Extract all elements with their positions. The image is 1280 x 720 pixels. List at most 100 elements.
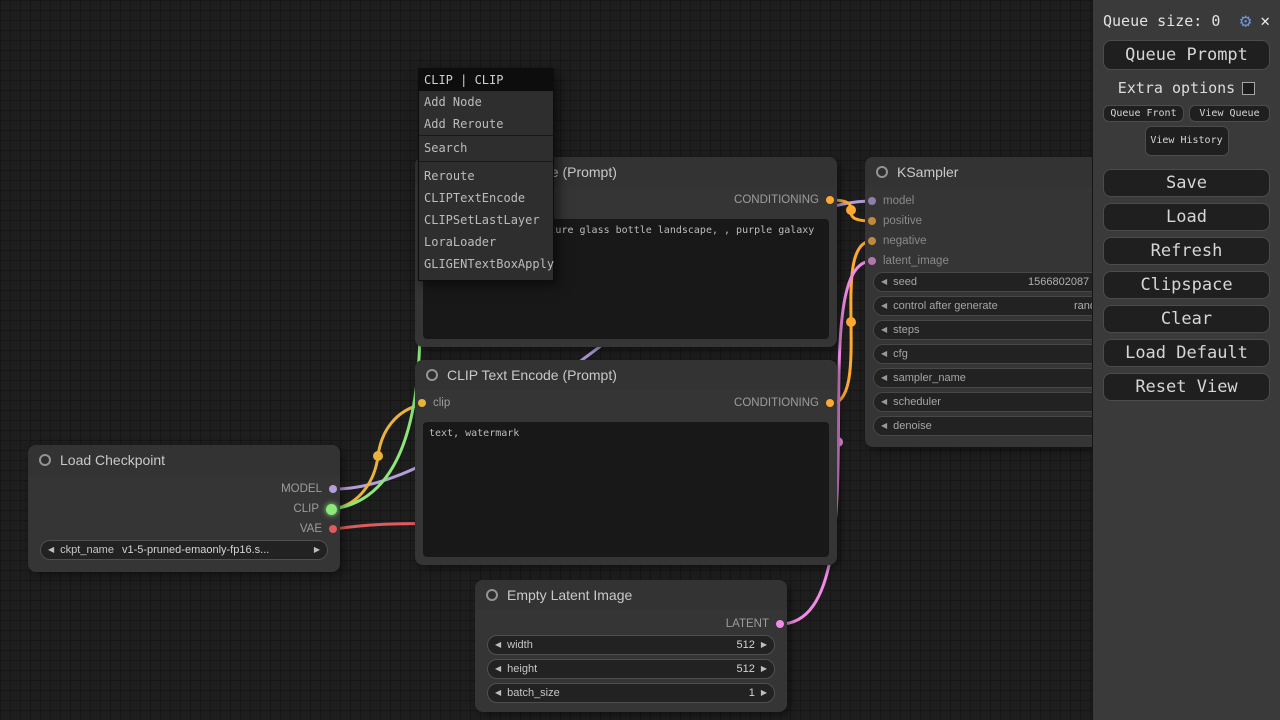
stepper-left-icon[interactable]: ◀ [881,278,887,286]
menu-item-clipsetlastlayer[interactable]: CLIPSetLastLayer [419,209,553,231]
collapse-dot-icon[interactable] [876,166,888,178]
slot-label: LATENT [726,618,769,630]
link-dot-conditioning-positive [846,205,856,215]
clear-button[interactable]: Clear [1103,305,1270,333]
node-title-bar[interactable]: Empty Latent Image [475,580,787,610]
menu-item-search[interactable]: Search [419,135,553,162]
collapse-dot-icon[interactable] [486,589,498,601]
stepper-left-icon[interactable]: ◀ [495,665,501,673]
stepper-right-icon[interactable]: ▶ [314,546,320,554]
slot-label: model [883,195,914,207]
widget-label: cfg [893,348,908,360]
queue-prompt-button[interactable]: Queue Prompt [1103,40,1270,70]
slot-dot-conditioning[interactable] [826,196,834,204]
output-slot-clip[interactable]: CLIP [293,502,340,516]
stepper-left-icon[interactable]: ◀ [495,641,501,649]
slot-dot-conditioning[interactable] [826,399,834,407]
output-slot-model[interactable]: MODEL [281,482,340,496]
stepper-left-icon[interactable]: ◀ [881,422,887,430]
node-clip-text-encode-negative[interactable]: CLIP Text Encode (Prompt) clip CONDITION… [415,360,837,565]
menu-item-cliptextencode[interactable]: CLIPTextEncode [419,187,553,209]
context-menu: CLIP | CLIP Add Node Add Reroute Search … [418,68,554,281]
clipspace-button[interactable]: Clipspace [1103,271,1270,299]
context-menu-header: CLIP | CLIP [419,69,553,91]
widget-value: 1 [749,687,755,699]
input-slot-latent-image[interactable]: latent_image [865,254,949,268]
view-history-button[interactable]: View History [1145,126,1229,156]
stepper-right-icon[interactable]: ▶ [761,689,767,697]
height-widget[interactable]: ◀ height 512 ▶ [487,659,775,679]
input-slot-negative[interactable]: negative [865,234,926,248]
stepper-left-icon[interactable]: ◀ [881,302,887,310]
slot-dot-latent[interactable] [868,257,876,265]
width-widget[interactable]: ◀ width 512 ▶ [487,635,775,655]
widget-label: height [507,663,537,675]
stepper-left-icon[interactable]: ◀ [48,546,54,554]
widget-label: seed [893,276,917,288]
stepper-left-icon[interactable]: ◀ [881,350,887,358]
input-slot-clip[interactable]: clip [415,396,450,410]
menu-item-add-reroute[interactable]: Add Reroute [419,113,553,135]
node-title: CLIP Text Encode (Prompt) [447,367,617,383]
stepper-left-icon[interactable]: ◀ [495,689,501,697]
slot-dot-clip[interactable] [418,399,426,407]
stepper-left-icon[interactable]: ◀ [881,326,887,334]
menu-item-gligentextboxapply[interactable]: GLIGENTextBoxApply [419,253,553,275]
node-canvas[interactable]: Load Checkpoint MODEL CLIP VAE ◀ ckpt_na… [0,0,1280,720]
menu-item-loraloader[interactable]: LoraLoader [419,231,553,253]
stepper-right-icon[interactable]: ▶ [761,665,767,673]
comfy-menu-panel: Queue size: 0 ⚙ ✕ Queue Prompt Extra opt… [1092,0,1280,720]
load-default-button[interactable]: Load Default [1103,339,1270,367]
output-slot-conditioning[interactable]: CONDITIONING [734,193,837,207]
slot-label: MODEL [281,483,322,495]
save-button[interactable]: Save [1103,169,1270,197]
queue-size-label: Queue size: 0 [1103,12,1220,30]
refresh-button[interactable]: Refresh [1103,237,1270,265]
slot-dot-model[interactable] [868,197,876,205]
node-title-bar[interactable]: CLIP Text Encode (Prompt) [415,360,837,390]
extra-options-checkbox[interactable] [1242,82,1255,95]
menu-item-add-node[interactable]: Add Node [419,91,553,113]
slot-dot-conditioning[interactable] [868,237,876,245]
node-empty-latent-image[interactable]: Empty Latent Image LATENT ◀ width 512 ▶ … [475,580,787,712]
widget-label: steps [893,324,919,336]
slot-label: CONDITIONING [734,397,819,409]
node-load-checkpoint[interactable]: Load Checkpoint MODEL CLIP VAE ◀ ckpt_na… [28,445,340,572]
settings-gear-icon[interactable]: ⚙ [1240,12,1251,31]
input-slot-positive[interactable]: positive [865,214,922,228]
widget-value: 512 [736,663,754,675]
load-button[interactable]: Load [1103,203,1270,231]
input-slot-model[interactable]: model [865,194,914,208]
ckpt-name-widget[interactable]: ◀ ckpt_name v1-5-pruned-emaonly-fp16.s..… [40,540,328,560]
stepper-right-icon[interactable]: ▶ [761,641,767,649]
output-slot-latent[interactable]: LATENT [726,617,787,631]
batch-size-widget[interactable]: ◀ batch_size 1 ▶ [487,683,775,703]
queue-front-button[interactable]: Queue Front [1103,105,1184,122]
prompt-textarea[interactable]: text, watermark [423,422,829,557]
view-queue-button[interactable]: View Queue [1189,105,1270,122]
collapse-dot-icon[interactable] [426,369,438,381]
output-slot-conditioning[interactable]: CONDITIONING [734,396,837,410]
widget-label: sampler_name [893,372,966,384]
slot-label: CLIP [293,503,319,515]
link-clip-positive [333,200,422,509]
node-title: KSampler [897,164,958,180]
close-icon[interactable]: ✕ [1260,13,1270,29]
node-title-bar[interactable]: Load Checkpoint [28,445,340,475]
slot-dot-clip[interactable] [326,504,337,515]
slot-dot-vae[interactable] [329,525,337,533]
widget-label: batch_size [507,687,560,699]
output-slot-vae[interactable]: VAE [300,522,340,536]
slot-dot-conditioning[interactable] [868,217,876,225]
reset-view-button[interactable]: Reset View [1103,373,1270,401]
slot-dot-model[interactable] [329,485,337,493]
extra-options-label: Extra options [1118,79,1235,97]
link-clip-negative [333,404,423,509]
widget-label: scheduler [893,396,941,408]
stepper-left-icon[interactable]: ◀ [881,398,887,406]
link-dot-clip [373,451,383,461]
collapse-dot-icon[interactable] [39,454,51,466]
slot-dot-latent[interactable] [776,620,784,628]
menu-item-reroute[interactable]: Reroute [419,165,553,187]
stepper-left-icon[interactable]: ◀ [881,374,887,382]
